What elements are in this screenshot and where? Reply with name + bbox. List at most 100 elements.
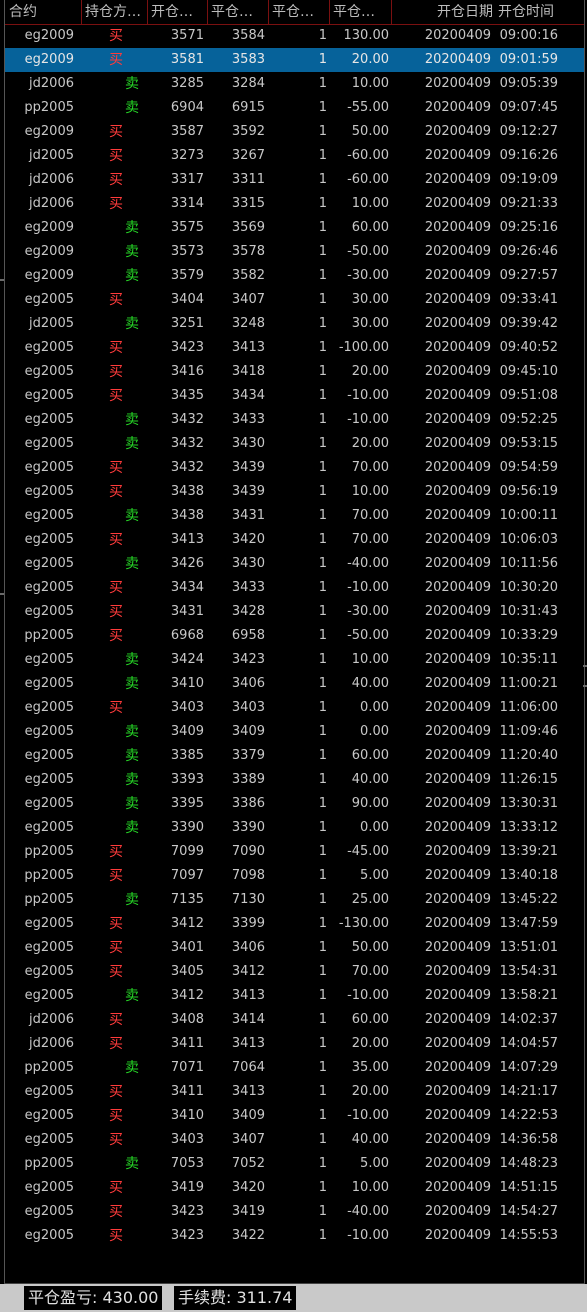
table-row[interactable]: eg2005 卖 3385 3379 1 60.00 20200409 11:20:40	[5, 744, 584, 768]
col-header-open-time[interactable]: 开仓时间	[495, 0, 584, 24]
table-row[interactable]: eg2005 买 3419 3420 1 10.00 20200409 14:51:15	[5, 1176, 584, 1200]
table-row[interactable]: eg2005 卖 3432 3430 1 20.00 20200409 09:53:15	[5, 432, 584, 456]
col-header-close-pnl[interactable]: 平仓…	[329, 0, 391, 24]
table-row[interactable]: pp2005 卖 6904 6915 1 -55.00 20200409 09:07:45	[5, 96, 584, 120]
table-row[interactable]: eg2005 卖 3426 3430 1 -40.00 20200409 10:11:56	[5, 552, 584, 576]
table-row[interactable]: pp2005 买 6968 6958 1 -50.00 20200409 10:33:29	[5, 624, 584, 648]
table-row[interactable]: jd2005 卖 3251 3248 1 30.00 20200409 09:39:42	[5, 312, 584, 336]
cell-contract: eg2005	[24, 388, 74, 403]
cell-close-pnl: 5.00	[360, 1156, 389, 1171]
cell-open-time: 09:51:08	[499, 388, 558, 403]
table-row[interactable]: eg2005 卖 3395 3386 1 90.00 20200409 13:30:31	[5, 792, 584, 816]
cell-close-qty: 1	[318, 1012, 327, 1027]
table-row[interactable]: eg2005 卖 3410 3406 1 40.00 20200409 11:00:21	[5, 672, 584, 696]
table-row[interactable]: eg2005 卖 3393 3389 1 40.00 20200409 11:26:15	[5, 768, 584, 792]
cell-close-qty: 1	[318, 364, 327, 379]
cell-close-qty: 1	[318, 724, 327, 739]
cell-contract: eg2009	[24, 268, 74, 283]
cell-close-price: 3409	[231, 1108, 265, 1123]
cell-close-pnl: 20.00	[351, 436, 389, 451]
cell-direction: 卖	[125, 1060, 139, 1076]
cell-open-price: 3571	[170, 28, 204, 43]
table-row[interactable]: jd2006 买 3314 3315 1 10.00 20200409 09:21:33	[5, 192, 584, 216]
table-row[interactable]: eg2005 买 3413 3420 1 70.00 20200409 10:06:03	[5, 528, 584, 552]
table-row[interactable]: jd2006 买 3411 3413 1 20.00 20200409 14:04:57	[5, 1032, 584, 1056]
cell-close-price: 3430	[231, 436, 265, 451]
col-header-direction[interactable]: 持仓方…	[81, 0, 147, 24]
table-row[interactable]: eg2005 卖 3412 3413 1 -10.00 20200409 13:58:21	[5, 984, 584, 1008]
table-row[interactable]: eg2005 买 3416 3418 1 20.00 20200409 09:45:10	[5, 360, 584, 384]
table-row[interactable]: eg2005 买 3423 3419 1 -40.00 20200409 14:54:27	[5, 1200, 584, 1224]
cell-open-price: 3434	[170, 580, 204, 595]
table-row[interactable]: eg2005 买 3403 3407 1 40.00 20200409 14:36:58	[5, 1128, 584, 1152]
table-row[interactable]: eg2005 卖 3432 3433 1 -10.00 20200409 09:52:25	[5, 408, 584, 432]
table-row[interactable]: eg2009 买 3571 3584 1 130.00 20200409 09:00:16	[5, 24, 584, 48]
cell-open-price: 3411	[170, 1084, 204, 1099]
cell-contract: eg2005	[24, 940, 74, 955]
col-header-close-price[interactable]: 平仓…	[207, 0, 268, 24]
trade-rows: eg2009 买 3571 3584 1 130.00 20200409 09:00:16 eg…	[5, 24, 584, 1248]
table-row[interactable]: jd2006 买 3408 3414 1 60.00 20200409 14:02:37	[5, 1008, 584, 1032]
cell-close-pnl: -50.00	[347, 244, 389, 259]
table-row[interactable]: eg2009 卖 3579 3582 1 -30.00 20200409 09:27:57	[5, 264, 584, 288]
cell-close-qty: 1	[318, 412, 327, 427]
cell-open-time: 13:39:21	[499, 844, 558, 859]
cell-direction: 买	[109, 1084, 123, 1100]
table-row[interactable]: eg2005 买 3423 3413 1 -100.00 20200409 09:40:52	[5, 336, 584, 360]
table-row[interactable]: eg2005 买 3423 3422 1 -10.00 20200409 14:55:53	[5, 1224, 584, 1248]
table-row[interactable]: jd2006 买 3317 3311 1 -60.00 20200409 09:19:09	[5, 168, 584, 192]
cell-open-time: 09:53:15	[499, 436, 558, 451]
cell-contract: jd2005	[29, 316, 74, 331]
table-row[interactable]: eg2009 买 3587 3592 1 50.00 20200409 09:12:27	[5, 120, 584, 144]
table-row[interactable]: eg2005 买 3403 3403 1 0.00 20200409 11:06:00	[5, 696, 584, 720]
table-row[interactable]: eg2005 买 3401 3406 1 50.00 20200409 13:51:01	[5, 936, 584, 960]
table-row[interactable]: eg2005 买 3404 3407 1 30.00 20200409 09:33:41	[5, 288, 584, 312]
table-row[interactable]: eg2005 卖 3424 3423 1 10.00 20200409 10:35:11	[5, 648, 584, 672]
cell-open-date: 20200409	[424, 1108, 491, 1123]
table-row[interactable]: eg2005 买 3434 3433 1 -10.00 20200409 10:30:20	[5, 576, 584, 600]
table-row[interactable]: eg2005 买 3435 3434 1 -10.00 20200409 09:51:08	[5, 384, 584, 408]
window-edge-marker	[0, 279, 4, 281]
table-row[interactable]: eg2009 卖 3573 3578 1 -50.00 20200409 09:26:46	[5, 240, 584, 264]
table-row[interactable]: pp2005 买 7097 7098 1 5.00 20200409 13:40:18	[5, 864, 584, 888]
table-row[interactable]: pp2005 卖 7135 7130 1 25.00 20200409 13:45:22	[5, 888, 584, 912]
table-row[interactable]: pp2005 卖 7071 7064 1 35.00 20200409 14:07:29	[5, 1056, 584, 1080]
cell-open-price: 3251	[170, 316, 204, 331]
cell-contract: eg2005	[24, 700, 74, 715]
table-row[interactable]: eg2005 买 3405 3412 1 70.00 20200409 13:54:31	[5, 960, 584, 984]
cell-close-price: 6915	[231, 100, 265, 115]
table-row[interactable]: eg2005 卖 3390 3390 1 0.00 20200409 13:33:12	[5, 816, 584, 840]
cell-open-date: 20200409	[424, 676, 491, 691]
cell-close-qty: 1	[318, 748, 327, 763]
cell-open-date: 20200409	[424, 52, 491, 67]
table-row[interactable]: eg2005 买 3432 3439 1 70.00 20200409 09:54:59	[5, 456, 584, 480]
table-row[interactable]: eg2005 卖 3438 3431 1 70.00 20200409 10:00:11	[5, 504, 584, 528]
col-header-open-date[interactable]: 开仓日期	[391, 0, 495, 24]
table-row[interactable]: eg2005 卖 3409 3409 1 0.00 20200409 11:09:46	[5, 720, 584, 744]
cell-close-qty: 1	[318, 844, 327, 859]
cell-close-qty: 1	[318, 1060, 327, 1075]
cell-open-date: 20200409	[424, 1012, 491, 1027]
col-header-contract[interactable]: 合约	[5, 0, 81, 24]
table-row[interactable]: eg2005 买 3411 3413 1 20.00 20200409 14:21:17	[5, 1080, 584, 1104]
cell-close-price: 3399	[231, 916, 265, 931]
table-row[interactable]: jd2006 卖 3285 3284 1 10.00 20200409 09:05:39	[5, 72, 584, 96]
table-row[interactable]: pp2005 买 7099 7090 1 -45.00 20200409 13:39:21	[5, 840, 584, 864]
table-row[interactable]: pp2005 卖 7053 7052 1 5.00 20200409 14:48:23	[5, 1152, 584, 1176]
table-row[interactable]: eg2005 买 3438 3439 1 10.00 20200409 09:56:19	[5, 480, 584, 504]
col-header-open-price[interactable]: 开仓…	[147, 0, 207, 24]
cell-open-date: 20200409	[424, 628, 491, 643]
cell-open-price: 3419	[170, 1180, 204, 1195]
table-row[interactable]: eg2009 买 3581 3583 1 20.00 20200409 09:01:59	[5, 48, 584, 72]
col-header-close-qty[interactable]: 平仓…	[268, 0, 329, 24]
table-row[interactable]: eg2005 买 3410 3409 1 -10.00 20200409 14:22:53	[5, 1104, 584, 1128]
table-row[interactable]: jd2005 买 3273 3267 1 -60.00 20200409 09:16:26	[5, 144, 584, 168]
close-pnl-summary: 平仓盈亏: 430.00	[24, 1286, 163, 1310]
table-row[interactable]: eg2005 买 3412 3399 1 -130.00 20200409 13:47:59	[5, 912, 584, 936]
table-row[interactable]: eg2005 买 3431 3428 1 -30.00 20200409 10:31:43	[5, 600, 584, 624]
cell-contract: eg2009	[24, 52, 74, 67]
cell-close-qty: 1	[318, 244, 327, 259]
cell-contract: eg2005	[24, 1228, 74, 1243]
table-row[interactable]: eg2009 卖 3575 3569 1 60.00 20200409 09:25:16	[5, 216, 584, 240]
cell-open-time: 09:21:33	[499, 196, 558, 211]
